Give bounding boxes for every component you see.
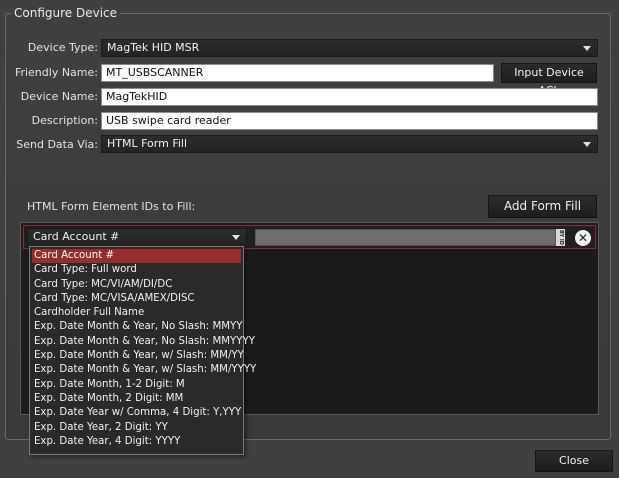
device-name-label: Device Name: [20,90,98,103]
form-field-value: Card Account # [33,230,120,243]
description-label: Description: [31,114,98,127]
dropdown-option[interactable]: Exp. Date Month & Year, No Slash: MMYYYY [32,335,255,349]
send-data-via-label: Send Data Via: [16,138,98,151]
add-form-fill-entry-button[interactable]: Add Form Fill Entry [488,195,597,234]
dropdown-option[interactable]: Card Type: MC/VISA/AMEX/DISC [32,292,241,306]
by-id-mode-toggle[interactable]: BY ID [556,229,565,246]
chevron-down-icon [232,235,240,240]
send-data-via-select[interactable]: HTML Form Fill [101,135,598,153]
input-device-acl-button[interactable]: Input Device ACL [501,63,597,97]
form-field-dropdown-list: Card Account # Card Type: Full word Card… [29,246,256,455]
dropdown-option[interactable]: Exp. Date Month & Year, w/ Slash: MM/YY [32,349,244,363]
dropdown-option[interactable]: Cardholder Full Name [32,306,241,320]
dropdown-option[interactable]: Exp. Date Month & Year, No Slash: MMYY [32,320,242,334]
friendly-name-input[interactable]: MT_USBSCANNER [101,64,494,82]
device-type-value: MagTek HID MSR [107,41,200,54]
close-circle-icon[interactable]: ✕ [575,230,591,246]
dropdown-option[interactable]: Exp. Date Year, 2 Digit: YY [32,421,241,435]
form-fill-section-label: HTML Form Element IDs to Fill: [27,200,196,213]
dropdown-option[interactable]: Exp. Date Month, 2 Digit: MM [32,392,241,406]
dropdown-option[interactable]: Exp. Date Month, 1-2 Digit: M [32,378,241,392]
dropdown-option[interactable]: Card Account # [32,249,241,264]
send-data-via-value: HTML Form Fill [107,137,188,150]
device-type-label: Device Type: [27,41,98,54]
friendly-name-label: Friendly Name: [14,66,98,79]
device-type-select[interactable]: MagTek HID MSR [101,39,598,57]
dropdown-option[interactable]: Card Type: Full word [32,263,241,277]
form-field-select[interactable]: Card Account # [27,228,247,247]
window-title: Configure Device [11,6,121,20]
dropdown-option[interactable]: Exp. Date Month & Year, w/ Slash: MM/YYY… [32,363,256,377]
chevron-down-icon [583,46,591,51]
description-input[interactable]: USB swipe card reader [101,112,598,130]
element-id-input[interactable] [255,229,556,246]
close-button[interactable]: Close [535,450,613,472]
chevron-down-icon [583,142,591,147]
dropdown-option[interactable]: Card Type: MC/VI/AM/DI/DC [32,278,241,292]
dropdown-option[interactable]: Exp. Date Year w/ Comma, 4 Digit: Y,YYY [32,406,241,420]
dropdown-option[interactable]: Exp. Date Year, 4 Digit: YYYY [32,435,241,449]
device-name-input[interactable]: MagTekHID [101,88,598,106]
